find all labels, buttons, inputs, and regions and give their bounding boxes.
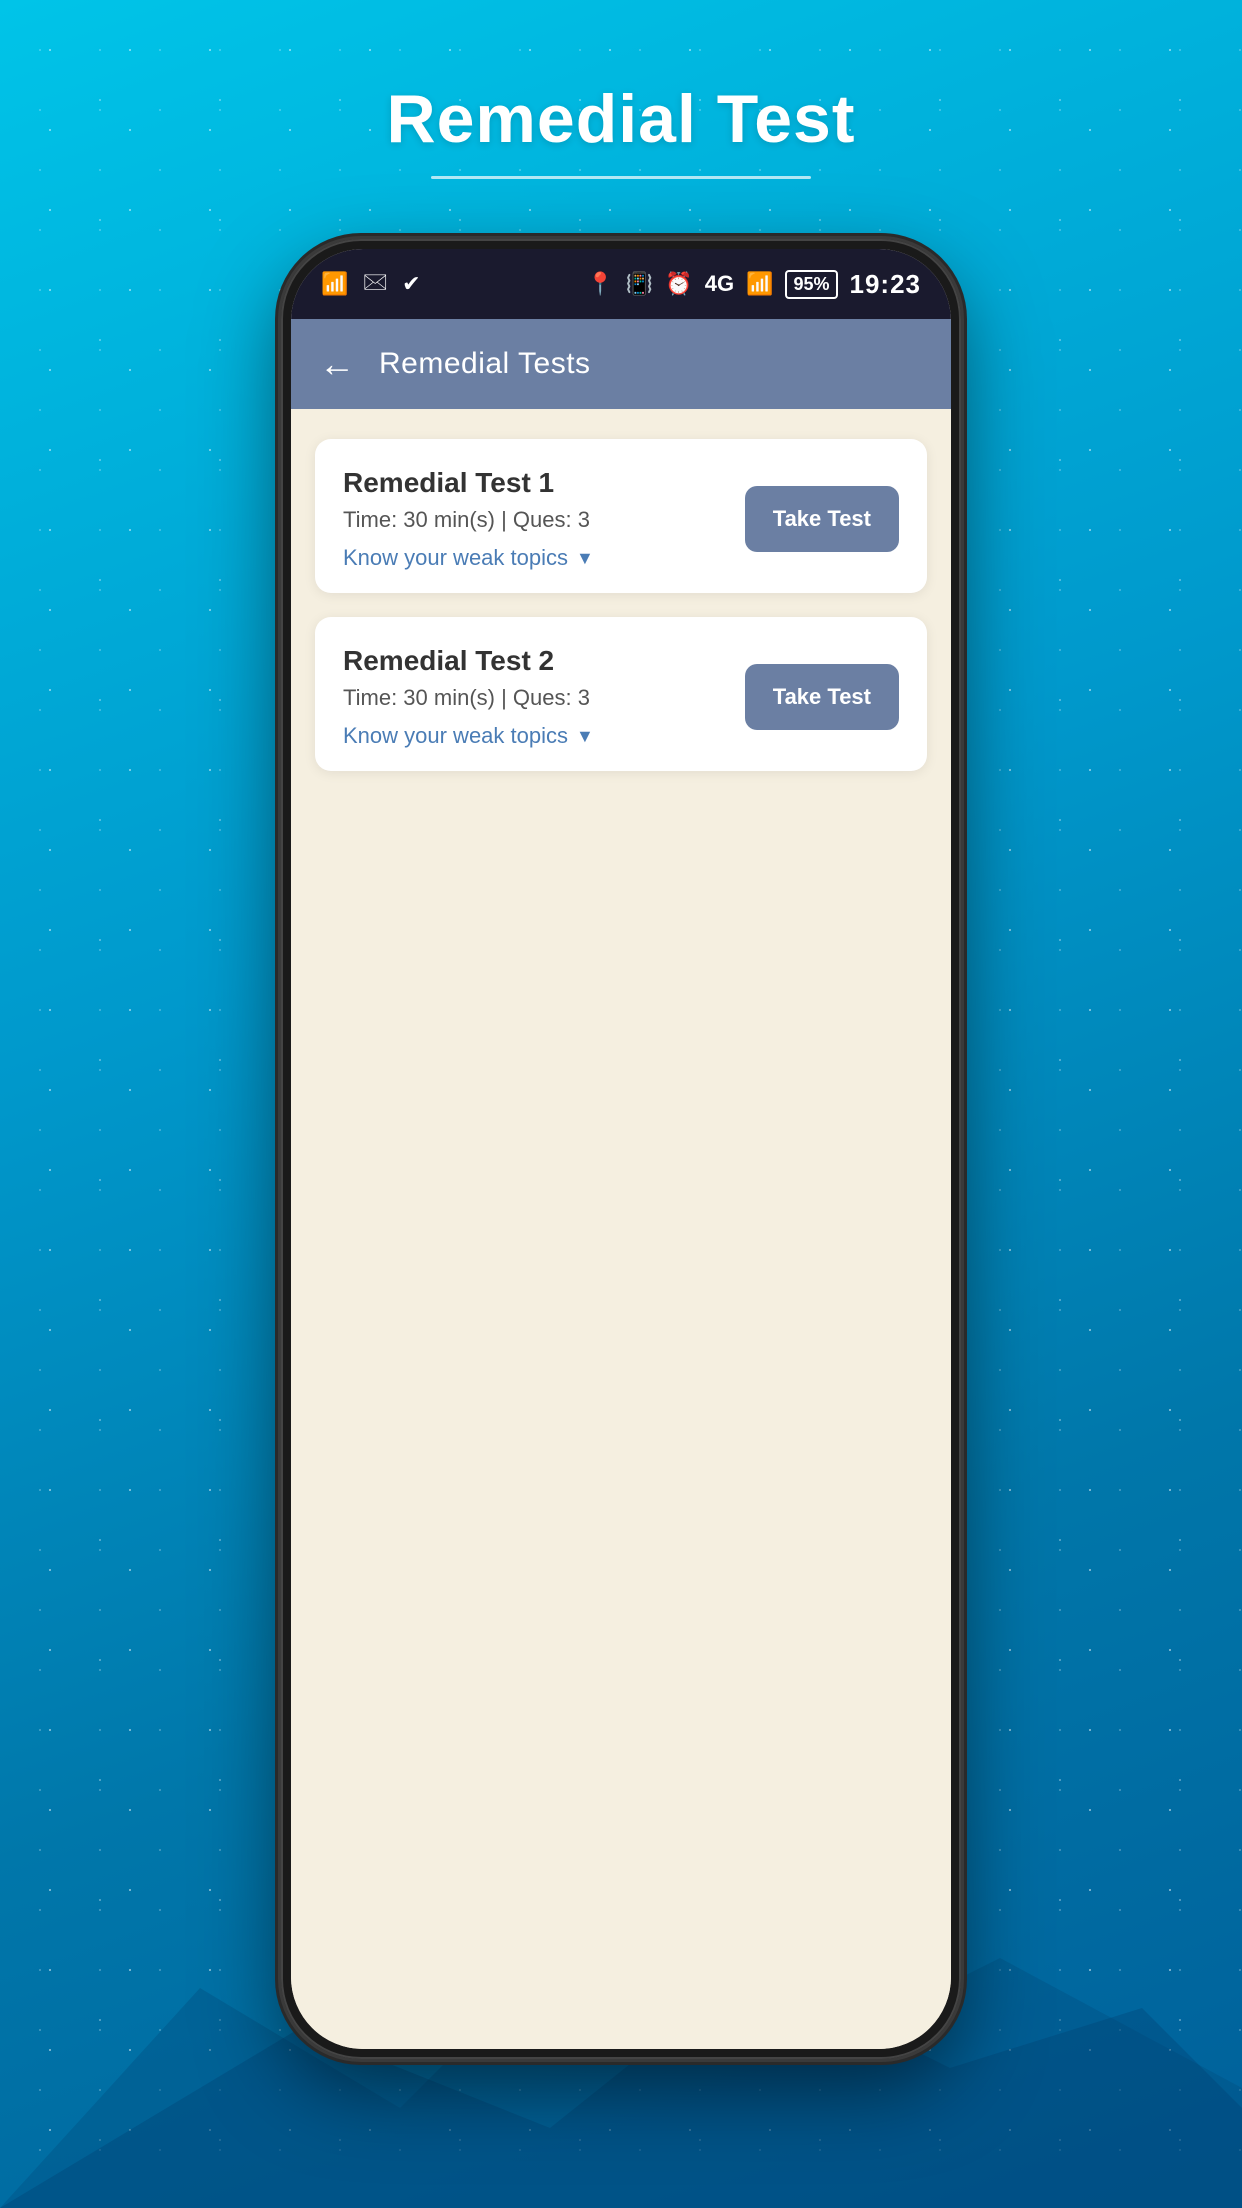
time-display: 19:23 [850,269,922,300]
phone-frame: 📶 🖂 ✔ 📍 📳 ⏰ 4G 📶 95% 19:23 ← Remedial Te… [281,239,961,2059]
check-icon: ✔ [402,271,420,297]
message-icon: 🖂 [362,265,388,303]
vibrate-icon: 📳 [626,271,653,297]
signal-bars-icon: 📶 [746,271,773,297]
content-area: Remedial Test 1 Time: 30 min(s) | Ques: … [291,409,951,2049]
status-bar: 📶 🖂 ✔ 📍 📳 ⏰ 4G 📶 95% 19:23 [291,249,951,319]
test-card-1-info: Remedial Test 1 Time: 30 min(s) | Ques: … [343,467,725,571]
back-button[interactable]: ← [319,346,355,382]
alarm-icon: ⏰ [665,271,692,297]
location-icon: 📍 [586,271,613,297]
test-1-name: Remedial Test 1 [343,467,725,499]
status-right-icons: 📍 📳 ⏰ 4G 📶 95% 19:23 [586,269,921,300]
page-header: Remedial Test [386,80,855,179]
take-test-2-button[interactable]: Take Test [745,664,899,730]
test-2-weak-topics[interactable]: Know your weak topics ▼ [343,723,594,749]
take-test-1-button[interactable]: Take Test [745,486,899,552]
signal-label: 4G [705,271,734,297]
test-1-weak-topics-label: Know your weak topics [343,545,568,571]
test-2-name: Remedial Test 2 [343,645,725,677]
test-1-meta: Time: 30 min(s) | Ques: 3 [343,507,725,533]
weak-topics-arrow-icon: ▼ [576,548,594,569]
wifi-icon: 📶 [321,271,348,297]
battery-container: 95% [785,270,837,299]
weak-topics-2-arrow-icon: ▼ [576,726,594,747]
app-header-title: Remedial Tests [379,347,591,381]
page-title: Remedial Test [386,80,855,158]
battery-icon: 95% [785,270,837,299]
title-underline [431,176,811,179]
test-1-weak-topics[interactable]: Know your weak topics ▼ [343,545,594,571]
app-header: ← Remedial Tests [291,319,951,409]
test-2-meta: Time: 30 min(s) | Ques: 3 [343,685,725,711]
test-2-weak-topics-label: Know your weak topics [343,723,568,749]
phone-screen: 📶 🖂 ✔ 📍 📳 ⏰ 4G 📶 95% 19:23 ← Remedial Te… [291,249,951,2049]
test-card-2: Remedial Test 2 Time: 30 min(s) | Ques: … [315,617,927,771]
status-left-icons: 📶 🖂 ✔ [321,265,421,303]
test-card-1: Remedial Test 1 Time: 30 min(s) | Ques: … [315,439,927,593]
test-card-2-info: Remedial Test 2 Time: 30 min(s) | Ques: … [343,645,725,749]
